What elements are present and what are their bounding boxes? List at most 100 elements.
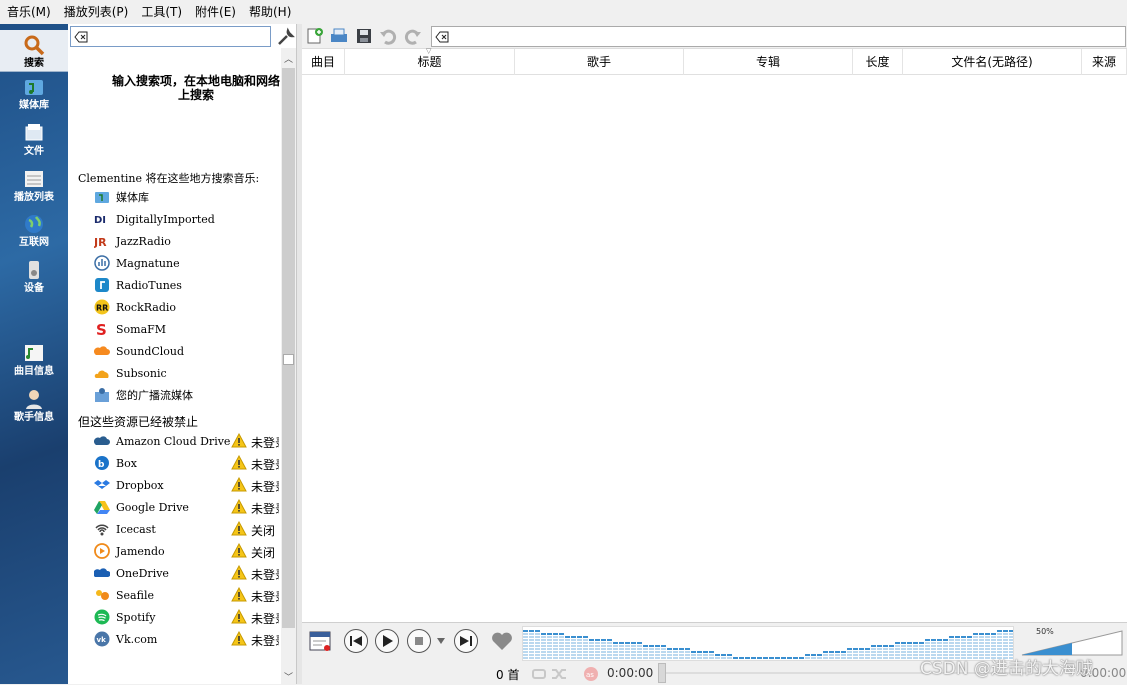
disabled-source-label: Box	[116, 456, 137, 470]
next-button[interactable]	[454, 629, 478, 653]
disabled-source-item[interactable]: Google Drive 未登录	[94, 496, 294, 518]
repeat-icon[interactable]	[531, 667, 547, 681]
column-header[interactable]: 来源	[1082, 49, 1127, 75]
playlist-clear-icon[interactable]	[308, 629, 332, 653]
redo-icon[interactable]	[404, 27, 422, 45]
seek-handle[interactable]	[658, 663, 666, 683]
sidebar-item-files[interactable]: 文件	[0, 122, 68, 164]
scroll-thumb[interactable]	[282, 68, 295, 628]
disabled-source-label: Vk.com	[116, 632, 158, 646]
source-item[interactable]: DI DigitallyImported	[94, 208, 284, 230]
menu-music[interactable]: 音乐(M)	[2, 1, 59, 23]
column-header[interactable]: 歌手	[515, 49, 684, 75]
column-header[interactable]: 长度	[853, 49, 903, 75]
disabled-source-label: Amazon Cloud Drive	[116, 434, 231, 448]
source-item[interactable]: SoundCloud	[93, 340, 284, 362]
search-input[interactable]	[91, 28, 267, 45]
seafile-icon	[94, 587, 110, 603]
stop-button[interactable]	[407, 629, 431, 653]
sidebar-item-search[interactable]: 搜索	[0, 30, 68, 72]
source-item[interactable]: RR RockRadio	[94, 296, 284, 318]
source-item[interactable]: RadioTunes	[94, 274, 284, 296]
source-item[interactable]: S SomaFM	[94, 318, 284, 340]
menu-extras[interactable]: 附件(E)	[190, 1, 244, 23]
sidebar-item-devices[interactable]: 设备	[0, 259, 68, 301]
disabled-source-status: 未登录	[251, 568, 279, 582]
source-item[interactable]: Magnatune	[94, 252, 284, 274]
scroll-up-icon[interactable]: ︿	[284, 52, 293, 65]
source-item[interactable]: JR JazzRadio	[93, 230, 284, 252]
source-label: JazzRadio	[116, 234, 171, 248]
onedrive-icon	[93, 565, 111, 581]
disabled-source-item[interactable]: vk Vk.com 未登录	[94, 628, 294, 650]
playlist-filter-input[interactable]	[452, 28, 1122, 45]
sidebar-item-playlists[interactable]: 播放列表	[0, 168, 68, 210]
print-icon[interactable]	[330, 27, 348, 45]
column-header[interactable]: 文件名(无路径)	[903, 49, 1082, 75]
disabled-source-item[interactable]: Icecast 关闭	[94, 518, 294, 540]
amazon-icon	[93, 433, 110, 449]
svg-text:b: b	[98, 460, 105, 470]
love-heart-icon[interactable]	[490, 629, 514, 653]
warning-icon	[231, 521, 247, 536]
disabled-source-item[interactable]: Spotify 未登录	[94, 606, 294, 628]
save-icon[interactable]	[355, 27, 373, 45]
volume-slider[interactable]: 50%	[1020, 627, 1124, 657]
warning-icon	[231, 631, 247, 646]
lastfm-scrobble-icon[interactable]: as	[583, 666, 599, 682]
column-header[interactable]: 曲目	[302, 49, 345, 75]
disabled-source-item[interactable]: Seafile 未登录	[94, 584, 294, 606]
menu-help[interactable]: 帮助(H)	[244, 1, 299, 23]
warning-icon	[231, 565, 247, 580]
undo-icon[interactable]	[379, 27, 397, 45]
warning-icon	[231, 477, 247, 492]
song-info-icon	[25, 345, 43, 361]
search-box	[70, 26, 271, 47]
source-item[interactable]: Subsonic	[94, 362, 284, 384]
soundcloud-icon	[93, 343, 110, 359]
sidebar-item-library[interactable]: 媒体库	[0, 76, 68, 118]
column-header[interactable]: 专辑	[684, 49, 853, 75]
box-icon: b	[94, 455, 110, 471]
svg-text:DI: DI	[94, 215, 106, 226]
play-button[interactable]	[375, 629, 399, 653]
shuffle-icon[interactable]	[551, 667, 567, 681]
disabled-source-status: 未登录	[251, 612, 279, 626]
disabled-source-item[interactable]: b Box 未登录	[94, 452, 294, 474]
new-playlist-icon[interactable]	[306, 27, 324, 45]
source-label: Subsonic	[116, 366, 167, 380]
playlist-icon	[25, 171, 43, 187]
sidebar-item-internet[interactable]: 互联网	[0, 213, 68, 255]
disabled-source-item[interactable]: OneDrive 未登录	[93, 562, 294, 584]
playlist-view[interactable]: 曲目 标题 歌手 专辑 长度 文件名(无路径) 来源 ▽	[302, 47, 1127, 622]
disabled-source-item[interactable]: Amazon Cloud Drive 未登录	[93, 430, 294, 452]
disabled-source-item[interactable]: Dropbox 未登录	[94, 474, 294, 496]
disabled-source-label: Google Drive	[116, 500, 189, 514]
scroll-down-icon[interactable]: ﹀	[284, 670, 293, 683]
clear-icon[interactable]	[74, 31, 88, 43]
search-panel-scrollbar[interactable]: ︿ ﹀	[281, 48, 296, 684]
source-label: DigitallyImported	[116, 212, 215, 226]
watermark: CSDN @进击的大海贼	[920, 659, 1093, 679]
google-drive-icon	[94, 499, 110, 515]
disabled-source-item[interactable]: Jamendo 关闭	[94, 540, 294, 562]
previous-button[interactable]	[344, 629, 368, 653]
source-item[interactable]: 您的广播流媒体	[94, 384, 284, 406]
disabled-source-label: OneDrive	[116, 566, 169, 580]
disabled-source-label: Seafile	[116, 588, 154, 602]
settings-wrench-icon[interactable]	[276, 27, 296, 47]
menu-playlist[interactable]: 播放列表(P)	[59, 1, 137, 23]
sidebar-item-song-info[interactable]: 曲目信息	[0, 342, 68, 384]
sidebar-item-artist-info[interactable]: 歌手信息	[0, 388, 68, 430]
search-panel: 输入搜索项，在本地电脑和网络上搜索 Clementine 将在这些地方搜索音乐:…	[68, 24, 297, 684]
volume-label: 50%	[1036, 627, 1054, 636]
dropbox-icon	[94, 477, 110, 493]
menu-tools[interactable]: 工具(T)	[136, 1, 190, 23]
previous-icon	[350, 636, 362, 646]
source-item[interactable]: 媒体库	[94, 186, 284, 208]
stop-menu-chevron-down-icon[interactable]	[436, 637, 446, 645]
clear-icon[interactable]	[435, 31, 449, 43]
svg-text:JR: JR	[94, 236, 107, 249]
disabled-source-status: 未登录	[251, 480, 279, 494]
sources-title: Clementine 将在这些地方搜索音乐:	[78, 172, 260, 185]
